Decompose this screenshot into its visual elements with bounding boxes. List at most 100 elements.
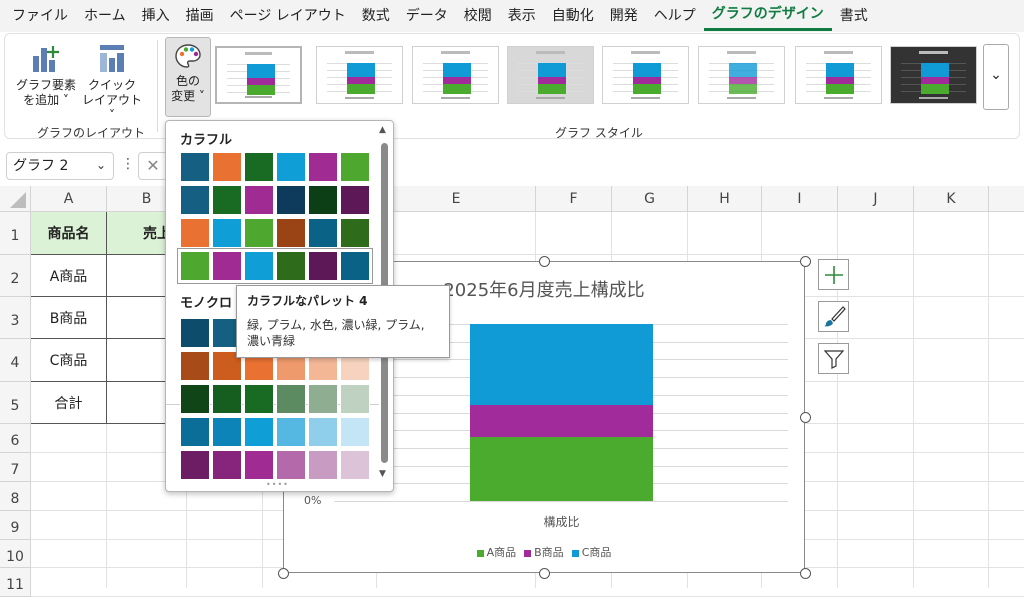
chart-style-thumbnail[interactable] — [316, 46, 403, 104]
cancel-icon[interactable]: ✕ — [138, 152, 168, 180]
column-header-cell[interactable]: H — [688, 186, 762, 212]
row-header-cell[interactable]: 3 — [0, 297, 31, 339]
color-swatch — [244, 251, 274, 281]
menu-item[interactable]: グラフのデザイン — [703, 1, 832, 31]
quick-layout-button[interactable]: クイック レイアウト ˅ — [79, 42, 145, 123]
column-header-cell[interactable]: A — [31, 186, 107, 212]
row-header-cell[interactable]: 1 — [0, 212, 31, 255]
item-cell-total[interactable]: 合計 — [31, 382, 107, 424]
thumb-legend — [345, 97, 374, 99]
item-cell-b[interactable]: B商品 — [31, 297, 107, 339]
legend-entry[interactable]: A商品 — [476, 544, 516, 560]
chart-styles-button[interactable] — [818, 301, 849, 332]
select-all-corner[interactable] — [0, 186, 31, 212]
colorful-palette-row[interactable] — [177, 248, 373, 284]
menu-item[interactable]: ファイル — [4, 1, 76, 31]
chart-style-thumbnail[interactable] — [890, 46, 977, 104]
color-swatch — [276, 152, 306, 182]
thumb-bar — [633, 84, 661, 94]
mono-palette-row[interactable] — [180, 384, 370, 414]
menu-item[interactable]: ヘルプ — [646, 1, 704, 31]
chart-style-thumbnail[interactable] — [215, 46, 302, 104]
menu-item[interactable]: ホーム — [76, 1, 134, 31]
colorful-palette-row[interactable] — [180, 152, 370, 182]
row-header-cell[interactable]: 5 — [0, 382, 31, 424]
color-swatch — [244, 384, 274, 414]
header-cell-product[interactable]: 商品名 — [31, 212, 107, 255]
resize-grip-icon[interactable]: •••• — [266, 480, 289, 489]
resize-handle[interactable] — [539, 568, 550, 579]
menu-item[interactable]: 挿入 — [134, 1, 178, 31]
chart-elements-button[interactable] — [818, 259, 849, 290]
colorful-palette-row[interactable] — [180, 185, 370, 215]
row-header-cell[interactable]: 6 — [0, 424, 31, 453]
menu-item[interactable]: ページ レイアウト — [222, 1, 354, 31]
chart-legend[interactable]: A商品 B商品 C商品 — [284, 544, 804, 560]
color-swatch — [244, 417, 274, 447]
item-cell-c[interactable]: C商品 — [31, 339, 107, 382]
bar-segment[interactable] — [470, 405, 653, 438]
row-header-cell[interactable]: 4 — [0, 339, 31, 382]
chart-style-thumbnail[interactable] — [795, 46, 882, 104]
menu-item[interactable]: 書式 — [832, 1, 876, 31]
resize-handle[interactable] — [800, 412, 811, 423]
row-header-cell[interactable]: 9 — [0, 511, 31, 540]
legend-swatch — [476, 549, 484, 557]
row-header-cell[interactable]: 11 — [0, 568, 31, 597]
column-header-cell[interactable]: G — [612, 186, 688, 212]
resize-handle[interactable] — [800, 256, 811, 267]
bar-segment[interactable] — [470, 437, 653, 501]
row-header-cell[interactable]: 10 — [0, 540, 31, 568]
color-swatch — [244, 450, 274, 480]
legend-entry[interactable]: C商品 — [571, 544, 611, 560]
chart-style-thumbnail[interactable] — [507, 46, 594, 104]
menu-item[interactable]: 校閲 — [456, 1, 500, 31]
gallery-more-button[interactable]: ⌄ — [983, 44, 1009, 110]
chart-style-thumbnail[interactable] — [698, 46, 785, 104]
resize-handle[interactable] — [278, 568, 289, 579]
chart-filters-button[interactable] — [818, 343, 849, 374]
color-swatch — [180, 318, 210, 348]
menu-item[interactable]: データ — [398, 1, 456, 31]
thumb-title — [245, 52, 272, 55]
chart-style-thumbnail[interactable] — [412, 46, 499, 104]
color-swatch — [340, 450, 370, 480]
menu-item[interactable]: 開発 — [602, 1, 646, 31]
column-header-cell[interactable]: I — [762, 186, 838, 212]
plus-icon — [824, 265, 843, 284]
color-swatch — [276, 251, 306, 281]
row-header-cell[interactable]: 7 — [0, 453, 31, 482]
resize-handle[interactable] — [539, 256, 550, 267]
item-cell-a[interactable]: A商品 — [31, 255, 107, 297]
resize-handle[interactable] — [800, 568, 811, 579]
column-gridline — [988, 212, 989, 588]
more-vertical-icon[interactable]: ⋮ — [121, 156, 135, 172]
column-header-cell[interactable]: F — [536, 186, 612, 212]
mono-palette-row[interactable] — [180, 417, 370, 447]
bar-segment[interactable] — [470, 324, 653, 406]
column-header-cell[interactable]: K — [914, 186, 989, 212]
quick-layout-icon — [100, 45, 124, 72]
name-box-chevron-icon[interactable]: ⌄ — [96, 158, 106, 172]
row-header-cell[interactable]: 2 — [0, 255, 31, 297]
thumb-bar — [826, 77, 854, 84]
column-header-cell[interactable]: J — [838, 186, 914, 212]
change-colors-button[interactable]: 色の 変更 ˅ — [165, 37, 211, 117]
scroll-up-icon[interactable]: ▲ — [379, 125, 386, 135]
quick-layout-label-2: レイアウト ˅ — [81, 93, 142, 122]
colorful-palette-row[interactable] — [180, 218, 370, 248]
row-header-cell[interactable]: 8 — [0, 482, 31, 511]
scroll-down-icon[interactable]: ▼ — [379, 469, 386, 479]
color-swatch — [244, 152, 274, 182]
menu-item[interactable]: 描画 — [178, 1, 222, 31]
color-swatch — [180, 152, 210, 182]
menu-item[interactable]: 表示 — [500, 1, 544, 31]
thumb-bar — [538, 84, 566, 94]
menu-item[interactable]: 数式 — [354, 1, 398, 31]
mono-palette-row[interactable] — [180, 450, 370, 480]
menu-item[interactable]: 自動化 — [544, 1, 602, 31]
add-chart-element-button[interactable]: グラフ要素 を追加 ˅ — [15, 42, 77, 108]
legend-entry[interactable]: B商品 — [524, 544, 564, 560]
column-header-cell[interactable]: E — [377, 186, 536, 212]
chart-style-thumbnail[interactable] — [602, 46, 689, 104]
